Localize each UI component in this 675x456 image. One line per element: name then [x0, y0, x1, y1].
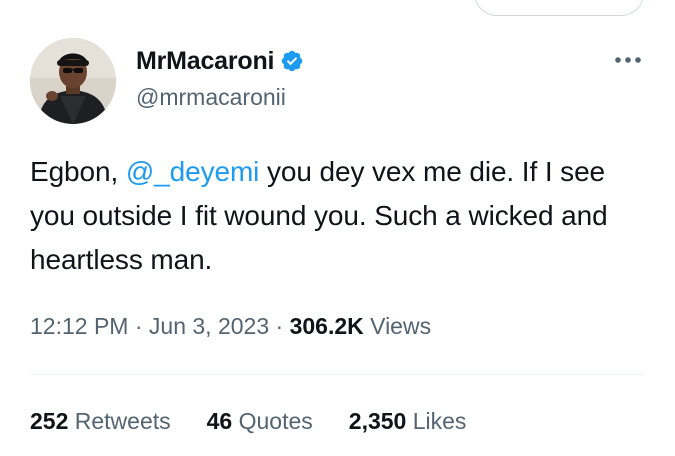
mention-link[interactable]: @_deyemi: [126, 156, 260, 187]
meta-separator: ·: [269, 313, 290, 339]
likes-stat[interactable]: 2,350 Likes: [349, 408, 467, 435]
retweets-count[interactable]: 252: [30, 408, 68, 434]
tweet-text-prefix: Egbon,: [30, 156, 126, 187]
quotes-stat[interactable]: 46 Quotes: [207, 408, 313, 435]
verified-badge-icon[interactable]: [280, 49, 304, 73]
author-name-row[interactable]: MrMacaroni: [136, 46, 304, 76]
divider: [30, 374, 645, 375]
more-options-icon[interactable]: [612, 52, 644, 68]
views-count[interactable]: 306.2K: [290, 313, 364, 339]
tweet-date[interactable]: Jun 3, 2023: [149, 313, 269, 339]
retweets-stat[interactable]: 252 Retweets: [30, 408, 171, 435]
tweet-detail: MrMacaroni @mrmacaronii Egbon, @_deyemi …: [0, 0, 675, 456]
avatar[interactable]: [30, 38, 116, 124]
quotes-label[interactable]: Quotes: [232, 408, 313, 434]
top-button-partial[interactable]: [474, 0, 644, 16]
engagement-stats: 252 Retweets 46 Quotes 2,350 Likes: [30, 408, 502, 435]
tweet-text: Egbon, @_deyemi you dey vex me die. If I…: [30, 150, 650, 282]
views-label[interactable]: Views: [364, 313, 431, 339]
tweet-time[interactable]: 12:12 PM: [30, 313, 128, 339]
author-handle[interactable]: @mrmacaronii: [136, 84, 286, 111]
quotes-count[interactable]: 46: [207, 408, 233, 434]
tweet-meta: 12:12 PM · Jun 3, 2023 · 306.2K Views: [30, 313, 431, 340]
retweets-label[interactable]: Retweets: [68, 408, 171, 434]
likes-count[interactable]: 2,350: [349, 408, 407, 434]
avatar-image: [30, 38, 116, 124]
meta-separator: ·: [128, 313, 149, 339]
display-name[interactable]: MrMacaroni: [136, 47, 275, 76]
likes-label[interactable]: Likes: [406, 408, 467, 434]
